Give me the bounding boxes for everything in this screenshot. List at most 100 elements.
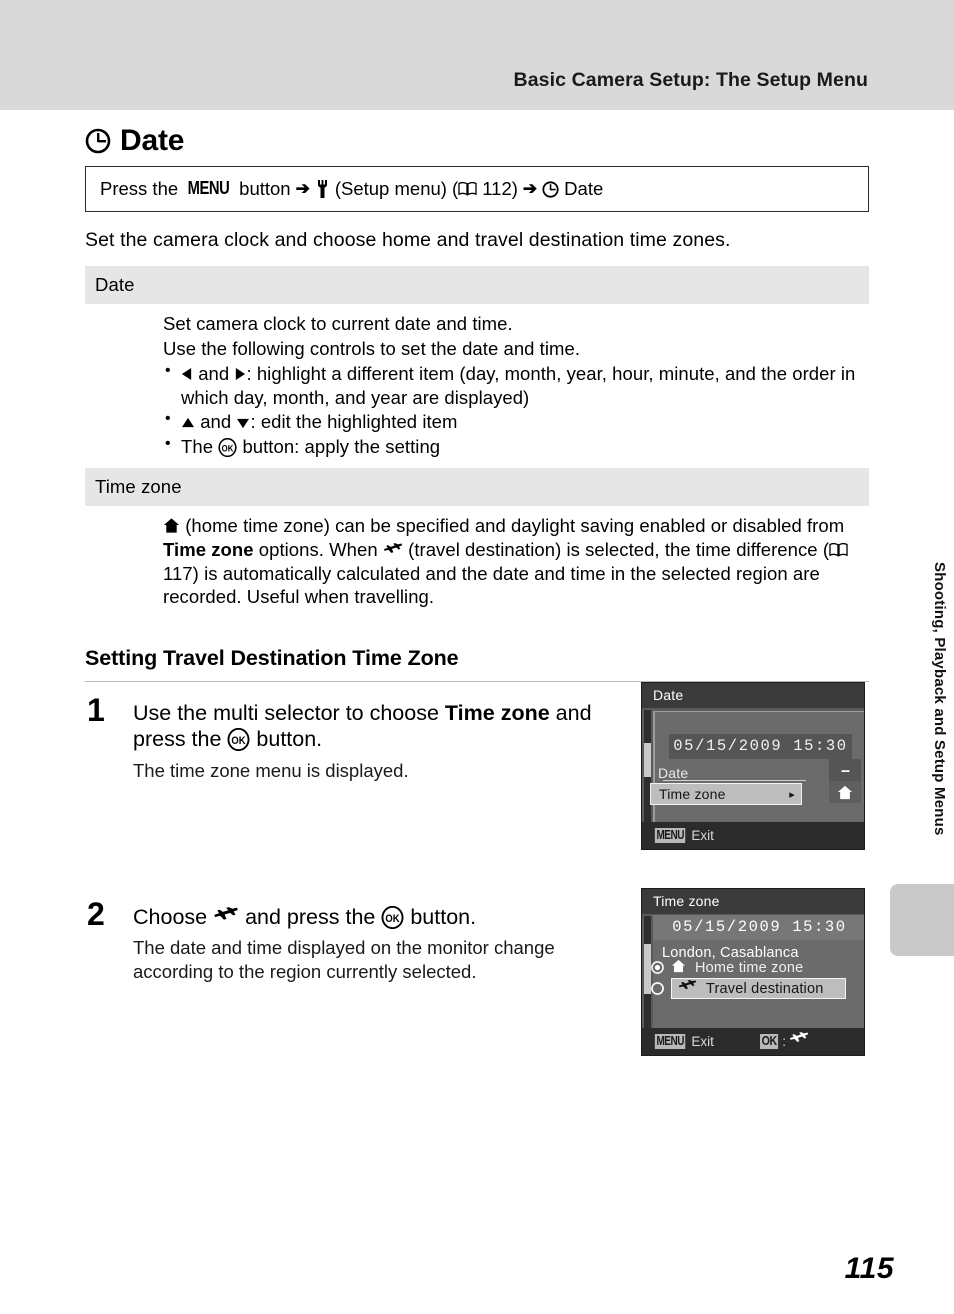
screen2-ok-sep: : xyxy=(782,1034,786,1049)
step-2-lead-b: and press the xyxy=(245,905,376,930)
list-item: and : edit the highlighted item xyxy=(163,409,869,435)
home-icon xyxy=(163,516,180,533)
tz-text-1: (home time zone) can be specified and da… xyxy=(185,515,845,537)
step-1-lead-a: Use the multi selector to choose xyxy=(133,701,439,726)
home-icon xyxy=(671,959,686,977)
camera-screen-timezone-menu: Time zone 05/15/2009 15:30 London, Casab… xyxy=(641,888,865,1056)
clock-icon-small xyxy=(542,181,559,198)
airplane-icon xyxy=(213,906,239,926)
option-header-timezone: Time zone xyxy=(85,468,869,507)
option-header-date: Date xyxy=(85,266,869,305)
date-desc-line-1: Set camera clock to current date and tim… xyxy=(163,313,513,335)
page-title-text: Date xyxy=(120,124,185,157)
screen2-row-home[interactable]: Home time zone xyxy=(642,957,855,978)
ok-button-icon: OK xyxy=(381,905,404,930)
step-1-number: 1 xyxy=(87,692,105,729)
page-number: 115 xyxy=(844,1252,894,1285)
step-1-lead: Use the multi selector to choose Time zo… xyxy=(133,700,643,752)
wrench-icon xyxy=(315,179,330,199)
screen2-rows: Home time zone Travel destination xyxy=(642,957,855,999)
nav-button-word: button xyxy=(239,178,291,199)
svg-text:OK: OK xyxy=(222,442,235,453)
option-body-date: Set camera clock to current date and tim… xyxy=(85,304,869,468)
step-1-sub: The time zone menu is displayed. xyxy=(133,759,409,781)
step-2-sub: The date and time displayed on the monit… xyxy=(133,937,555,982)
bullet-3-text: button: apply the setting xyxy=(242,435,441,457)
screen1-footer: MENU Exit xyxy=(642,822,864,849)
running-title: Basic Camera Setup: The Setup Menu xyxy=(513,69,868,91)
step-2-lead: Choose and press the OK button. xyxy=(133,904,643,930)
menu-button-key: MENU xyxy=(187,178,230,199)
step-2-lead-a: Choose xyxy=(133,905,208,930)
page-title: Date xyxy=(85,124,869,158)
chevron-right-icon: ▸ xyxy=(789,788,795,801)
screen1-row-timezone[interactable]: Time zone ▸ xyxy=(650,783,802,805)
screen2-row-home-label: Home time zone xyxy=(695,959,804,976)
screen1-chips: -- xyxy=(829,759,861,803)
option-body-timezone: (home time zone) can be specified and da… xyxy=(85,506,869,620)
screen2-row-travel[interactable]: Travel destination xyxy=(642,978,855,999)
side-index-label: Shooting, Playback and Setup Menus xyxy=(931,562,948,836)
bullet-1-text: : highlight a different item (day, month… xyxy=(181,362,856,409)
page-header: Basic Camera Setup: The Setup Menu xyxy=(0,0,954,110)
radio-selected-icon[interactable] xyxy=(651,961,664,974)
screen1-row-date-label: Date xyxy=(658,765,689,781)
intro-text: Set the camera clock and choose home and… xyxy=(85,229,731,252)
screen2-title: Time zone xyxy=(642,889,864,914)
ok-button-icon: OK xyxy=(227,728,250,752)
menu-button-chip[interactable]: MENU xyxy=(654,827,686,844)
screen1-chip-dash: -- xyxy=(829,759,861,781)
triangle-up-icon xyxy=(181,411,195,435)
home-icon xyxy=(829,781,861,803)
tz-text-4: is automatically calculated and the date… xyxy=(163,562,820,608)
screen2-footer: MENU Exit OK : xyxy=(642,1028,864,1055)
triangle-left-icon xyxy=(181,363,193,387)
ok-button-icon: OK xyxy=(218,437,237,457)
screen1-exit-label: Exit xyxy=(691,828,714,843)
screen2-row-travel-label: Travel destination xyxy=(706,980,824,997)
list-item: The OK button: apply the setting xyxy=(163,434,869,459)
date-desc-line-2: Use the following controls to set the da… xyxy=(163,338,581,360)
screen2-datetime: 05/15/2009 15:30 xyxy=(653,915,864,940)
nav-setup-label: (Setup menu) xyxy=(334,178,447,199)
menu-path-box: Press the MENU button ➔ (Setup menu) ( 1… xyxy=(85,166,869,213)
camera-screen-date-menu: Date 05/15/2009 15:30 Date Time zone ▸ -… xyxy=(641,682,865,850)
svg-text:OK: OK xyxy=(386,914,401,926)
bullet-2-and: and xyxy=(200,411,232,433)
step-1-lead-c: button. xyxy=(256,727,323,752)
tz-text-2: options. When xyxy=(258,539,378,561)
screen1-row-date[interactable]: Date xyxy=(650,763,802,783)
screen1-row-timezone-label: Time zone xyxy=(659,786,726,802)
airplane-icon xyxy=(383,540,403,556)
book-icon xyxy=(458,180,477,196)
tz-page-number: 117 xyxy=(163,562,193,584)
timezone-paragraph: (home time zone) can be specified and da… xyxy=(163,514,869,609)
screen1-title: Date xyxy=(642,683,864,708)
screen1-rows: Date Time zone ▸ xyxy=(650,763,855,805)
triangle-down-icon xyxy=(236,411,250,435)
arrow-right-icon-2: ➔ xyxy=(522,178,538,198)
bullet-2-text: : edit the highlighted item xyxy=(250,411,458,433)
clock-icon xyxy=(85,128,111,154)
step-2-lead-c: button. xyxy=(410,905,477,930)
menu-button-chip-2[interactable]: MENU xyxy=(654,1033,686,1050)
screen1-datetime: 05/15/2009 15:30 xyxy=(669,734,852,759)
arrow-right-icon: ➔ xyxy=(295,178,310,198)
step-2-number: 2 xyxy=(87,896,105,933)
radio-empty-icon[interactable] xyxy=(651,982,664,995)
bullet-3-prefix: The xyxy=(181,435,214,457)
step-1-lead-bold: Time zone xyxy=(444,701,550,726)
screen2-row-travel-box: Travel destination xyxy=(671,978,846,999)
nav-page-ref-group: ( 112) xyxy=(451,178,518,199)
bullet-1-and: and xyxy=(198,362,230,384)
nav-date-label: Date xyxy=(564,178,604,199)
nav-press-label: Press the xyxy=(100,178,179,199)
svg-text:OK: OK xyxy=(232,736,247,748)
ok-button-chip[interactable]: OK xyxy=(759,1034,779,1049)
nav-page-number: 112 xyxy=(482,178,512,199)
tz-text-3: (travel destination) is selected, the ti… xyxy=(408,539,818,561)
book-icon-2 xyxy=(829,539,848,557)
screen2-exit-label: Exit xyxy=(691,1034,714,1049)
tz-bold-timezone: Time zone xyxy=(163,539,254,561)
date-control-list: and : highlight a different item (day, m… xyxy=(163,361,869,459)
